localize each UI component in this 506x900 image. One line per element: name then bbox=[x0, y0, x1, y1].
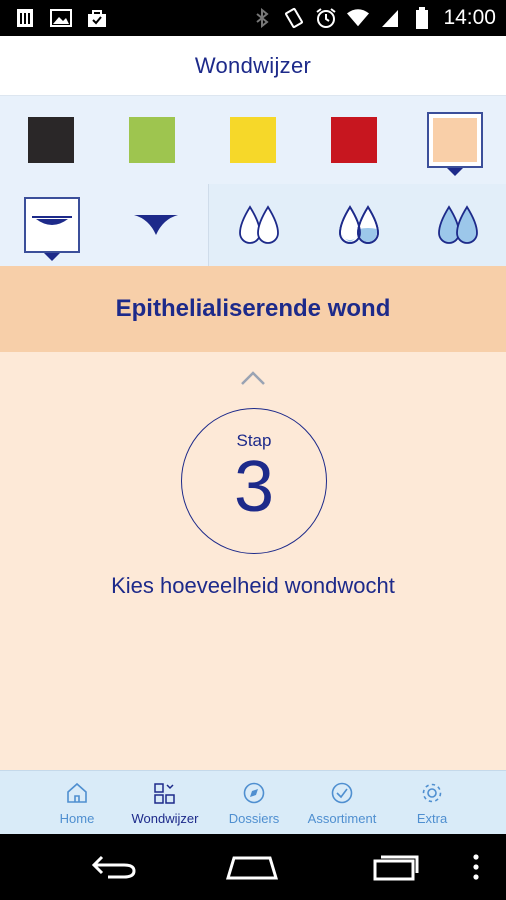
step-instruction: Kies hoeveelheid wondwocht bbox=[111, 573, 395, 598]
status-bar: 14:00 bbox=[0, 0, 506, 36]
exudate-option-medium[interactable] bbox=[309, 184, 409, 266]
image-icon bbox=[50, 7, 72, 29]
grid-icon bbox=[154, 783, 175, 804]
step-number: 3 bbox=[233, 447, 275, 527]
color-swatch bbox=[229, 117, 276, 163]
tab-label: Extra bbox=[416, 811, 448, 826]
exudate-option-high[interactable] bbox=[409, 184, 506, 266]
step-content: Stap 3 Kies hoeveelheid wondwocht bbox=[0, 352, 506, 770]
depth-option-deep[interactable] bbox=[104, 184, 208, 266]
bluetooth-icon bbox=[251, 7, 273, 29]
tab-label: Wondwijzer bbox=[131, 811, 199, 826]
home-nav-button[interactable] bbox=[222, 848, 282, 886]
home-nav-icon bbox=[225, 856, 279, 880]
exudate-medium-icon bbox=[339, 205, 379, 244]
exudate-option-low[interactable] bbox=[209, 184, 309, 266]
app-bar: Wondwijzer bbox=[0, 36, 506, 96]
recents-icon bbox=[373, 855, 419, 881]
selection-pointer-icon bbox=[446, 168, 463, 176]
selection-pointer-icon bbox=[44, 253, 60, 261]
wound-depth-selector bbox=[0, 184, 208, 266]
vibrate-icon bbox=[283, 7, 305, 29]
bottom-tab-bar: Home Wondwijzer Dossiers Assortiment Ext… bbox=[0, 770, 506, 834]
tab-extra[interactable]: Extra bbox=[384, 771, 480, 835]
tab-home[interactable]: Home bbox=[29, 771, 125, 835]
exudate-low-icon bbox=[239, 205, 279, 244]
check-circle-icon bbox=[331, 782, 353, 804]
more-vert-icon bbox=[473, 854, 479, 880]
color-swatch bbox=[27, 117, 74, 163]
color-option-yellow[interactable] bbox=[202, 96, 303, 184]
page-title: Wondwijzer bbox=[194, 53, 312, 78]
color-option-pink[interactable] bbox=[404, 96, 505, 184]
tab-label: Home bbox=[59, 811, 95, 826]
wound-type-banner: Epithelialiserende wond bbox=[0, 266, 506, 352]
exudate-high-icon bbox=[438, 205, 478, 244]
shallow-wound-icon bbox=[24, 197, 80, 261]
wound-color-selector bbox=[0, 96, 506, 184]
signal-icon bbox=[379, 7, 401, 29]
tab-label: Assortiment bbox=[307, 811, 377, 826]
color-option-red[interactable] bbox=[303, 96, 404, 184]
color-option-black[interactable] bbox=[0, 96, 101, 184]
tab-wondwijzer[interactable]: Wondwijzer bbox=[117, 771, 213, 835]
gear-icon bbox=[422, 783, 442, 803]
system-nav-bar bbox=[0, 834, 506, 900]
tab-assortiment[interactable]: Assortiment bbox=[294, 771, 390, 835]
battery-icon bbox=[411, 7, 433, 29]
wound-depth-row bbox=[0, 184, 506, 266]
tab-dossiers[interactable]: Dossiers bbox=[206, 771, 302, 835]
color-swatch bbox=[330, 117, 377, 163]
sim-icon bbox=[14, 7, 36, 29]
deep-wound-icon bbox=[134, 215, 178, 235]
exudate-selector bbox=[208, 184, 506, 266]
back-icon bbox=[91, 855, 136, 879]
recents-button[interactable] bbox=[366, 848, 426, 886]
wifi-icon bbox=[347, 7, 370, 29]
back-button[interactable] bbox=[84, 848, 144, 886]
selected-color-swatch bbox=[426, 112, 483, 176]
home-icon bbox=[67, 782, 87, 803]
status-time: 14:00 bbox=[443, 6, 496, 29]
alarm-icon bbox=[315, 7, 337, 29]
compass-icon bbox=[243, 782, 265, 804]
shopping-bag-icon bbox=[86, 7, 108, 29]
wound-type-title: Epithelialiserende wond bbox=[115, 295, 391, 322]
depth-option-shallow[interactable] bbox=[0, 184, 104, 266]
color-option-green[interactable] bbox=[101, 96, 202, 184]
tab-label: Dossiers bbox=[228, 811, 280, 826]
overflow-menu-button[interactable] bbox=[456, 848, 496, 886]
chevron-up-icon[interactable] bbox=[239, 368, 267, 388]
step-indicator: Stap 3 bbox=[181, 408, 327, 554]
color-swatch bbox=[128, 117, 175, 163]
